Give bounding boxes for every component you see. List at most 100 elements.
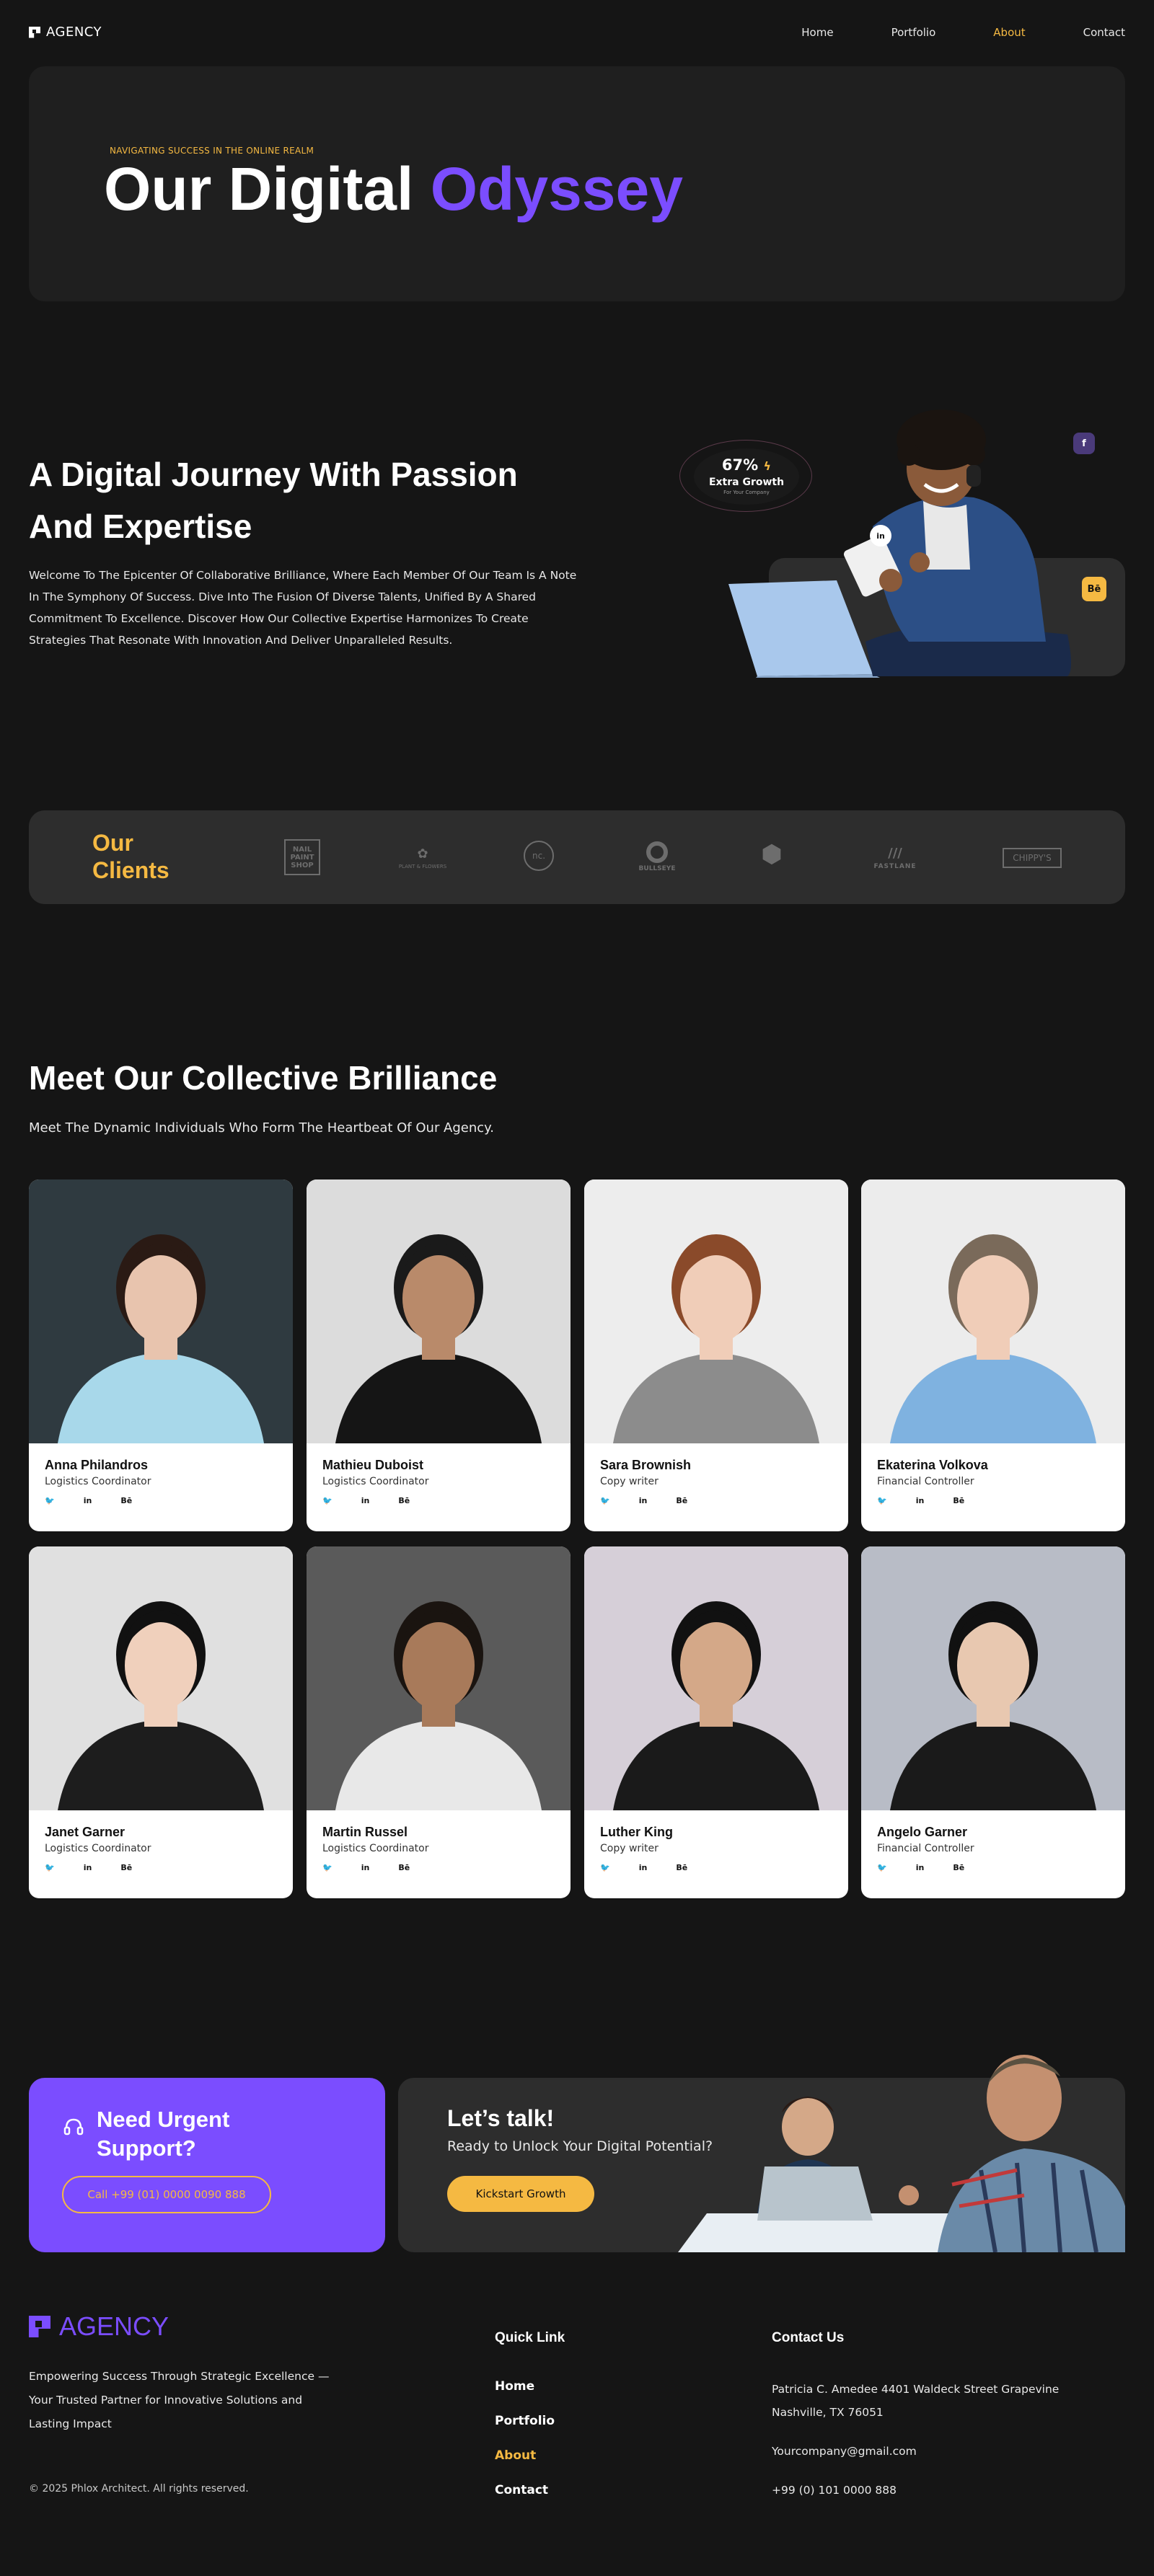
team-member-info: Mathieu Duboist Logistics Coordinator 🐦 in B… xyxy=(307,1443,571,1505)
team-member-info: Luther King Copy writer 🐦 in Bē xyxy=(584,1810,848,1872)
footer-link-about[interactable]: About xyxy=(495,2448,555,2463)
behance-icon[interactable]: Bē xyxy=(398,1863,410,1872)
support-title-line1: Need Urgent xyxy=(97,2107,230,2132)
team-member-name: Luther King xyxy=(600,1825,673,1839)
team-card[interactable]: Janet Garner Logistics Coordinator 🐦 in Bē xyxy=(29,1546,293,1898)
hero-title-main: Our Digital xyxy=(104,155,431,223)
twitter-icon[interactable]: 🐦 xyxy=(877,1496,887,1505)
behance-icon[interactable]: Bē xyxy=(676,1863,687,1872)
twitter-icon[interactable]: 🐦 xyxy=(45,1863,55,1872)
client-logo-nc: nc. xyxy=(524,841,554,871)
linkedin-icon[interactable]: in xyxy=(361,1863,370,1872)
team-card[interactable]: Anna Philandros Logistics Coordinator 🐦 in B… xyxy=(29,1179,293,1531)
team-member-info: Sara Brownish Copy writer 🐦 in Bē xyxy=(584,1443,848,1505)
team-card[interactable]: Mathieu Duboist Logistics Coordinator 🐦 in B… xyxy=(307,1179,571,1531)
linkedin-icon[interactable]: in xyxy=(870,525,891,546)
logo-icon xyxy=(29,2316,50,2337)
bolt-icon: ϟ xyxy=(763,459,772,473)
footer-description: Empowering Success Through Strategic Exc… xyxy=(29,2370,330,2430)
nav-portfolio[interactable]: Portfolio xyxy=(891,26,936,39)
twitter-icon[interactable]: 🐦 xyxy=(322,1863,332,1872)
clients-title-line2: Clients xyxy=(92,857,169,883)
contact-email[interactable]: Yourcompany@gmail.com xyxy=(772,2440,1111,2463)
nav-contact[interactable]: Contact xyxy=(1083,26,1125,39)
call-support-button[interactable]: Call +99 (01) 0000 0090 888 xyxy=(62,2176,271,2213)
linkedin-icon[interactable]: in xyxy=(916,1496,925,1505)
journey-title: A Digital Journey With Passion And Exper… xyxy=(29,448,606,552)
twitter-icon[interactable]: 🐦 xyxy=(45,1496,55,1505)
client-logo-nail-paint-shop: NAIL PAINT SHOP xyxy=(283,838,322,877)
behance-icon[interactable]: Bē xyxy=(676,1496,687,1505)
behance-icon[interactable]: Bē xyxy=(398,1496,410,1505)
footer-link-contact[interactable]: Contact xyxy=(495,2483,555,2497)
team-member-info: Ekaterina Volkova Financial Controller 🐦 in… xyxy=(861,1443,1125,1505)
nav-home[interactable]: Home xyxy=(801,26,833,39)
team-member-photo xyxy=(861,1546,1125,1810)
team-member-socials: 🐦 in Bē xyxy=(877,1863,1109,1872)
behance-icon[interactable]: Bē xyxy=(120,1863,132,1872)
team-member-role: Copy writer xyxy=(600,1476,659,1487)
contact-phone[interactable]: +99 (0) 101 0000 888 xyxy=(772,2479,1111,2502)
linkedin-icon[interactable]: in xyxy=(84,1496,92,1505)
client-logo-text: NAIL PAINT SHOP xyxy=(284,839,320,875)
header-logo[interactable]: AGENCY xyxy=(29,25,102,40)
portrait-illustration xyxy=(29,1546,293,1810)
team-member-name: Mathieu Duboist xyxy=(322,1458,423,1472)
target-icon xyxy=(646,841,668,863)
facebook-icon[interactable]: f xyxy=(1073,433,1095,454)
team-member-photo xyxy=(307,1179,571,1443)
linkedin-icon[interactable]: in xyxy=(84,1863,92,1872)
talk-subtitle: Ready to Unlock Your Digital Potential? xyxy=(447,2138,713,2154)
team-member-socials: 🐦 in Bē xyxy=(600,1863,832,1872)
linkedin-icon[interactable]: in xyxy=(361,1496,370,1505)
team-member-name: Martin Russel xyxy=(322,1825,408,1839)
behance-icon[interactable]: Bē xyxy=(953,1863,964,1872)
client-logo-hexagon: ⬢ xyxy=(759,840,785,869)
team-card[interactable]: Martin Russel Logistics Coordinator 🐦 in Bē xyxy=(307,1546,571,1898)
footer-link-portfolio[interactable]: Portfolio xyxy=(495,2414,555,2428)
team-card[interactable]: Ekaterina Volkova Financial Controller 🐦 in… xyxy=(861,1179,1125,1531)
portrait-illustration xyxy=(307,1546,571,1810)
team-card[interactable]: Sara Brownish Copy writer 🐦 in Bē xyxy=(584,1179,848,1531)
team-member-socials: 🐦 in Bē xyxy=(600,1496,832,1505)
meeting-illustration xyxy=(678,2055,1125,2252)
team-member-info: Martin Russel Logistics Coordinator 🐦 in Bē xyxy=(307,1810,571,1872)
twitter-icon[interactable]: 🐦 xyxy=(877,1863,887,1872)
headset-icon xyxy=(63,2118,84,2135)
twitter-icon[interactable]: 🐦 xyxy=(322,1496,332,1505)
twitter-icon[interactable]: 🐦 xyxy=(600,1496,610,1505)
team-member-name: Angelo Garner xyxy=(877,1825,968,1839)
team-subtitle: Meet The Dynamic Individuals Who Form Th… xyxy=(29,1120,494,1136)
growth-label: Extra Growth xyxy=(708,477,785,488)
flower-icon: ✿ xyxy=(417,846,428,862)
growth-percentage: 67% xyxy=(721,456,759,474)
contact-heading: Contact Us xyxy=(772,2330,845,2345)
behance-icon[interactable]: Bē xyxy=(120,1496,132,1505)
team-member-info: Angelo Garner Financial Controller 🐦 in Bē xyxy=(861,1810,1125,1872)
portrait-illustration xyxy=(584,1179,848,1443)
footer-logo[interactable]: AGENCY xyxy=(29,2311,169,2342)
footer-logo-text: AGENCY xyxy=(59,2311,169,2341)
footer-link-home[interactable]: Home xyxy=(495,2379,555,2394)
twitter-icon[interactable]: 🐦 xyxy=(600,1863,610,1872)
quick-link-heading: Quick Link xyxy=(495,2330,565,2345)
team-member-photo xyxy=(584,1179,848,1443)
linkedin-icon[interactable]: in xyxy=(639,1863,648,1872)
linkedin-icon[interactable]: in xyxy=(639,1496,648,1505)
behance-icon[interactable]: Bē xyxy=(1082,577,1106,601)
footer-links: Home Portfolio About Contact xyxy=(495,2379,555,2497)
team-card[interactable]: Luther King Copy writer 🐦 in Bē xyxy=(584,1546,848,1898)
support-card xyxy=(29,2078,385,2252)
portrait-illustration xyxy=(307,1179,571,1443)
journey-description: Welcome To The Epicenter Of Collaborativ… xyxy=(29,569,577,647)
kickstart-growth-button[interactable]: Kickstart Growth xyxy=(447,2176,594,2212)
growth-badge: 67% ϟ Extra Growth For Your Company xyxy=(694,448,799,505)
clients-title-line1: Our xyxy=(92,830,133,856)
behance-icon[interactable]: Bē xyxy=(953,1496,964,1505)
team-card[interactable]: Angelo Garner Financial Controller 🐦 in Bē xyxy=(861,1546,1125,1898)
team-member-role: Logistics Coordinator xyxy=(322,1476,429,1487)
portrait-illustration xyxy=(29,1179,293,1443)
linkedin-icon[interactable]: in xyxy=(916,1863,925,1872)
nav-about[interactable]: About xyxy=(993,26,1025,39)
team-member-photo xyxy=(307,1546,571,1810)
